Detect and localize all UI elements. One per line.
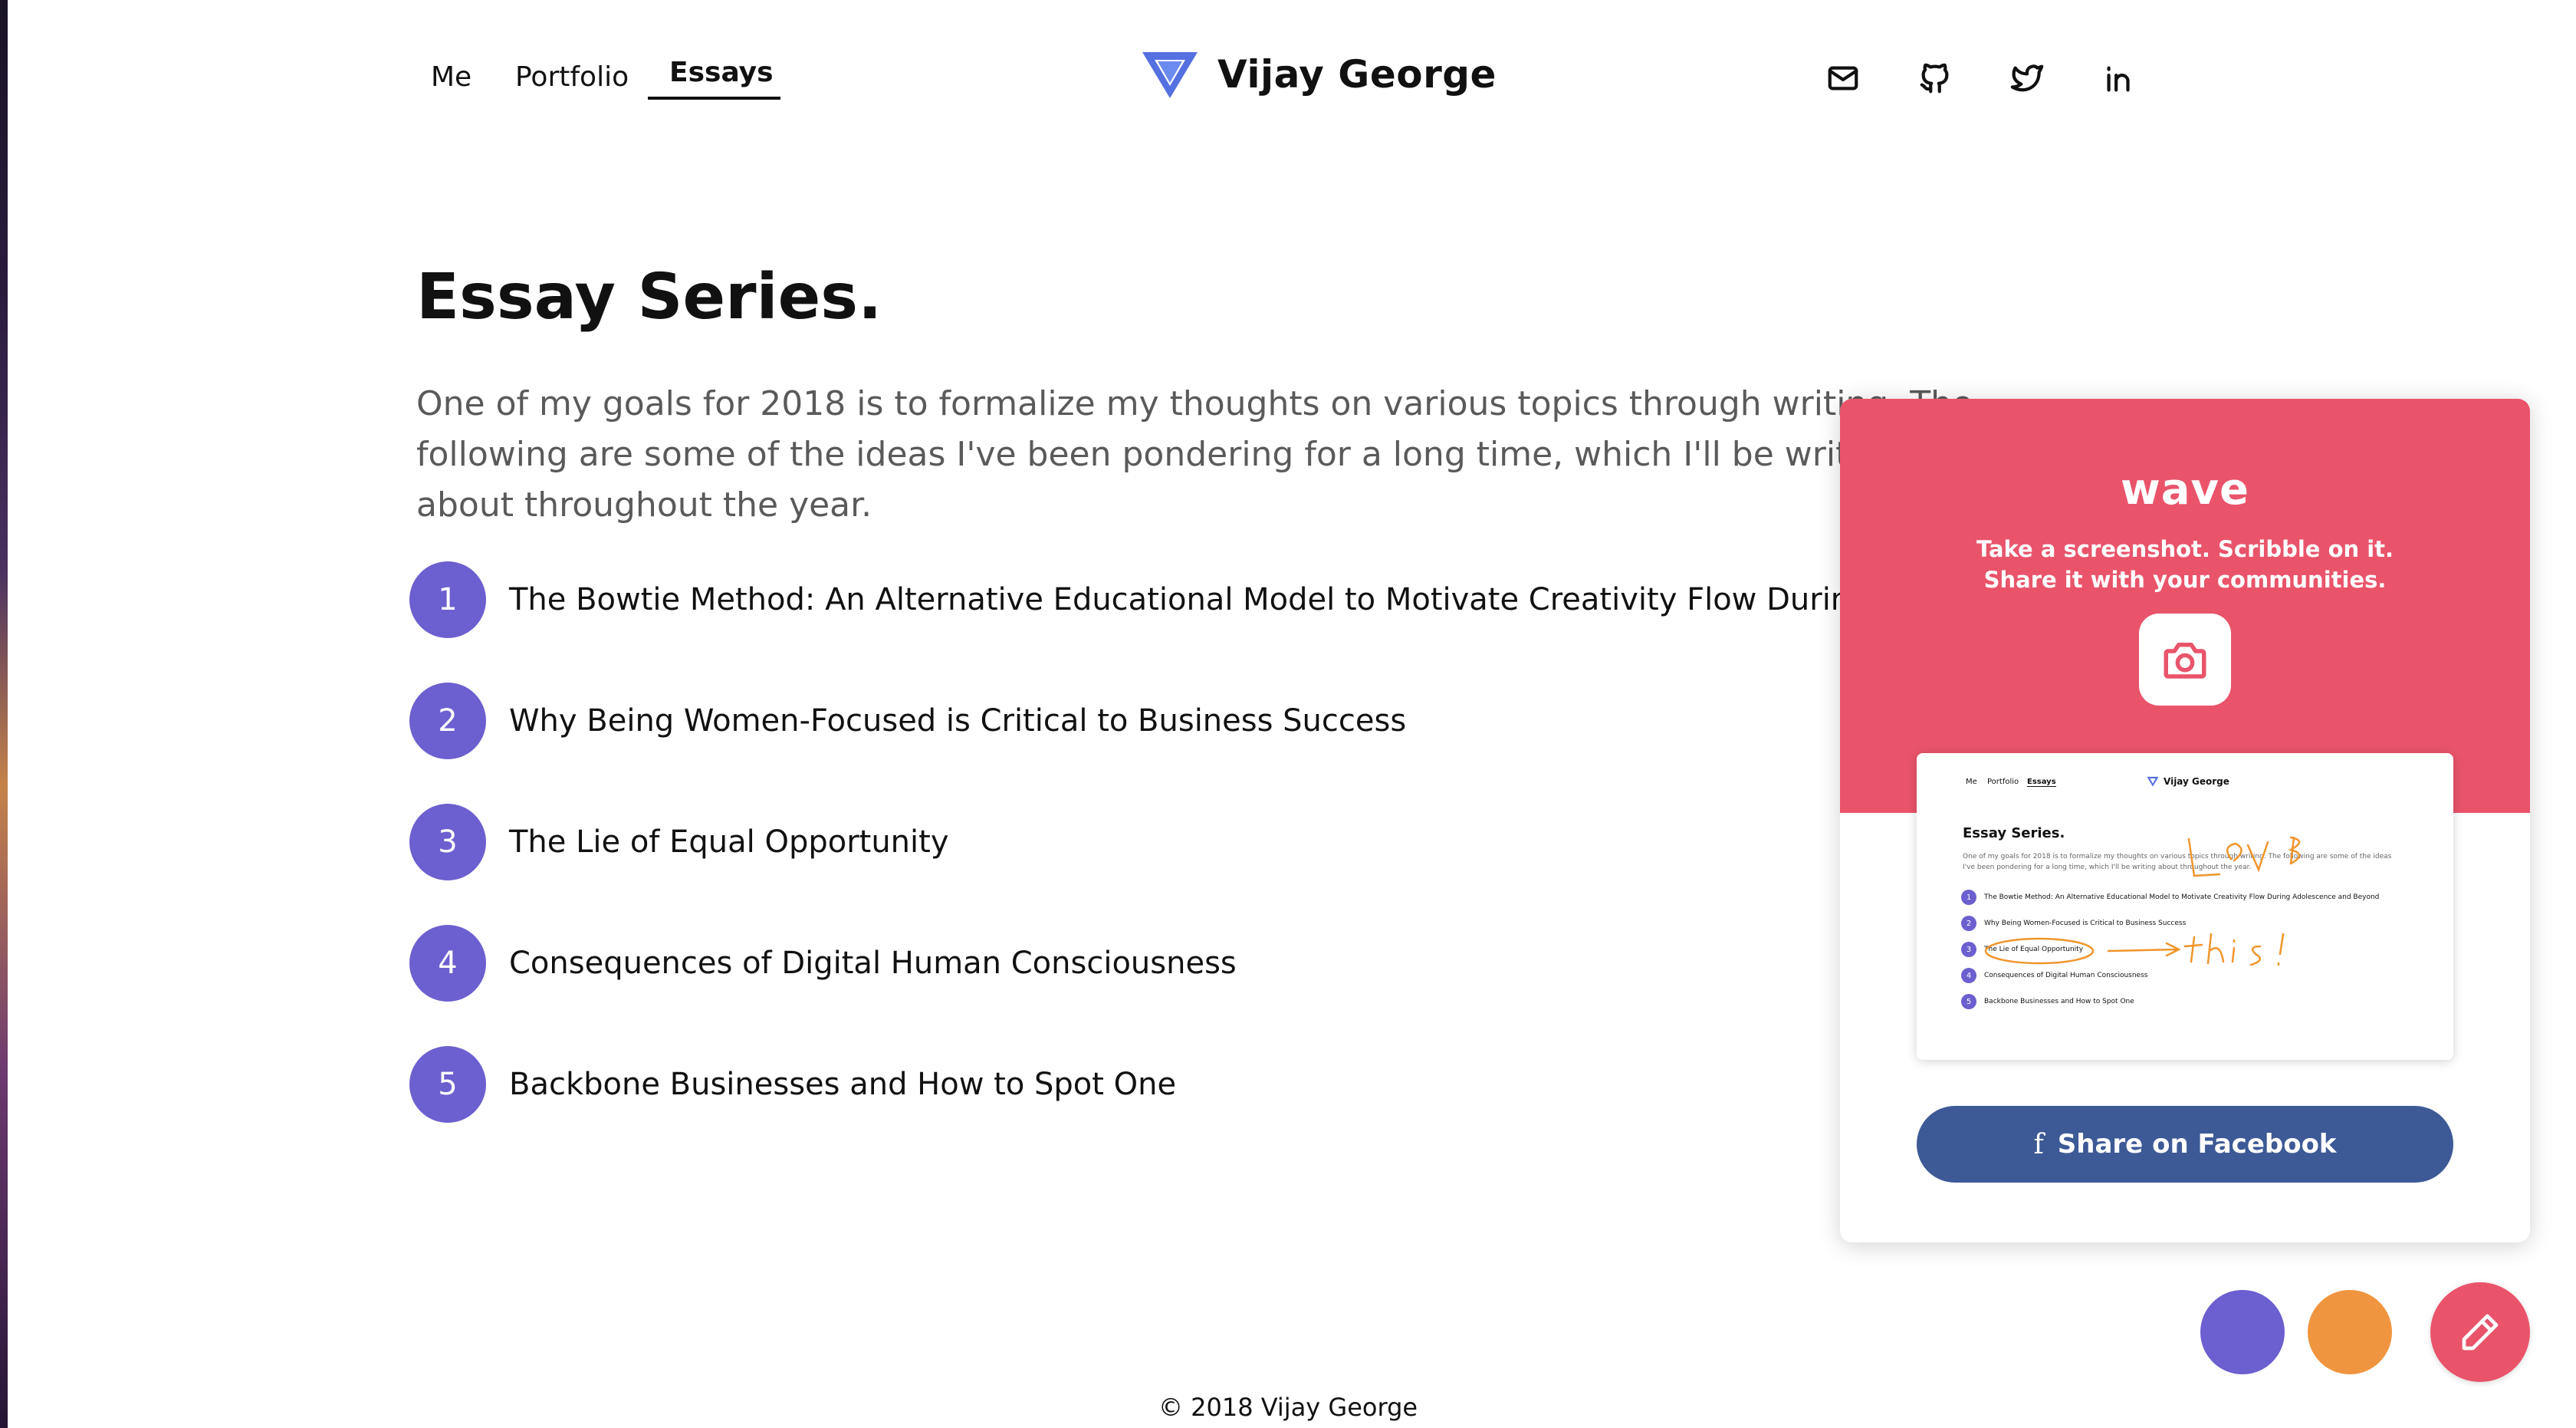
preview-essay-title: Consequences of Digital Human Consciousn… bbox=[1984, 972, 2148, 979]
essay-number-badge: 5 bbox=[409, 1046, 486, 1123]
background-window-edge bbox=[0, 0, 8, 1428]
camera-icon bbox=[2164, 643, 2206, 679]
preview-nav-me: Me bbox=[1966, 778, 1977, 786]
share-facebook-button[interactable]: f Share on Facebook bbox=[1917, 1106, 2453, 1183]
preview-essay-item: 3 The Lie of Equal Opportunity bbox=[1961, 942, 2083, 957]
wave-logo: wave bbox=[2120, 465, 2249, 515]
intro-paragraph: One of my goals for 2018 is to formalize… bbox=[416, 384, 1973, 525]
preview-essay-item: 4 Consequences of Digital Human Conscious… bbox=[1961, 968, 2147, 983]
linkedin-icon[interactable] bbox=[2099, 58, 2139, 98]
preview-essay-title: The Lie of Equal Opportunity bbox=[1984, 946, 2084, 953]
essay-title: Backbone Businesses and How to Spot One bbox=[509, 1067, 1177, 1102]
preview-number-badge: 5 bbox=[1961, 994, 1976, 1009]
essay-item-2[interactable]: 2 Why Being Women-Focused is Critical to… bbox=[409, 683, 1406, 759]
preview-brand-name: Vijay George bbox=[2164, 776, 2229, 787]
nav-link-essays[interactable]: Essays bbox=[669, 57, 774, 88]
essay-number-badge: 2 bbox=[409, 683, 486, 759]
preview-brand: Vijay George bbox=[2147, 776, 2229, 787]
preview-nav-essays: Essays bbox=[2027, 778, 2056, 787]
pencil-icon bbox=[2462, 1314, 2499, 1351]
preview-essay-item: 2 Why Being Women-Focused is Critical to … bbox=[1961, 916, 2186, 931]
preview-title: Essay Series. bbox=[1963, 825, 2065, 841]
preview-essay-item: 5 Backbone Businesses and How to Spot One bbox=[1961, 994, 2134, 1009]
logo-icon bbox=[1142, 52, 1198, 98]
facebook-icon: f bbox=[2033, 1128, 2044, 1160]
preview-number-badge: 2 bbox=[1961, 916, 1976, 931]
page-title: Essay Series. bbox=[416, 261, 882, 334]
mail-icon[interactable] bbox=[1823, 58, 1863, 98]
preview-nav-portfolio: Portfolio bbox=[1987, 778, 2019, 786]
preview-number-badge: 3 bbox=[1961, 942, 1976, 957]
essay-number-badge: 1 bbox=[409, 561, 486, 638]
twitter-icon[interactable] bbox=[2007, 58, 2047, 98]
essay-title: Why Being Women-Focused is Critical to B… bbox=[509, 703, 1407, 739]
active-tab-underline bbox=[648, 97, 780, 100]
top-navigation: Me Portfolio Essays Vijay George bbox=[0, 46, 2576, 130]
github-icon[interactable] bbox=[1915, 58, 1955, 98]
nav-link-portfolio[interactable]: Portfolio bbox=[515, 61, 629, 93]
preview-number-badge: 4 bbox=[1961, 968, 1976, 983]
purple-color-button[interactable] bbox=[2200, 1290, 2285, 1374]
screenshot-preview[interactable]: Me Portfolio Essays Vijay George Essay S… bbox=[1917, 753, 2453, 1060]
logo-icon bbox=[2147, 776, 2159, 787]
wave-share-panel: wave Take a screenshot. Scribble on it. … bbox=[1840, 399, 2530, 1242]
essay-item-5[interactable]: 5 Backbone Businesses and How to Spot On… bbox=[409, 1046, 1176, 1123]
brand-name: Vijay George bbox=[1217, 52, 1497, 97]
essay-item-4[interactable]: 4 Consequences of Digital Human Consciou… bbox=[409, 925, 1237, 1002]
preview-essay-item: 1 The Bowtie Method: An Alternative Educa… bbox=[1961, 890, 2379, 905]
preview-intro: One of my goals for 2018 is to formalize… bbox=[1963, 853, 2392, 871]
wave-tagline: Take a screenshot. Scribble on it. Share… bbox=[1976, 536, 2394, 593]
brand[interactable]: Vijay George bbox=[1141, 49, 1497, 100]
footer-copyright: © 2018 Vijay George bbox=[1158, 1393, 1418, 1422]
scribble-annotation bbox=[1984, 836, 2301, 966]
share-facebook-label: Share on Facebook bbox=[2057, 1129, 2337, 1160]
screenshot-button[interactable] bbox=[2139, 614, 2231, 706]
wave-header-background bbox=[1840, 399, 2530, 813]
preview-essay-title: Backbone Businesses and How to Spot One bbox=[1984, 998, 2134, 1005]
essay-item-3[interactable]: 3 The Lie of Equal Opportunity bbox=[409, 804, 949, 880]
pencil-button[interactable] bbox=[2430, 1282, 2530, 1382]
preview-essay-title: The Bowtie Method: An Alternative Educat… bbox=[1984, 893, 2380, 901]
essay-number-badge: 4 bbox=[409, 925, 486, 1002]
orange-color-button[interactable] bbox=[2308, 1290, 2392, 1374]
essay-title: The Lie of Equal Opportunity bbox=[509, 824, 949, 860]
essay-number-badge: 3 bbox=[409, 804, 486, 880]
preview-essay-title: Why Being Women-Focused is Critical to B… bbox=[1984, 920, 2187, 927]
nav-link-me[interactable]: Me bbox=[431, 61, 472, 93]
essay-title: Consequences of Digital Human Consciousn… bbox=[509, 946, 1237, 981]
preview-number-badge: 1 bbox=[1961, 890, 1976, 905]
